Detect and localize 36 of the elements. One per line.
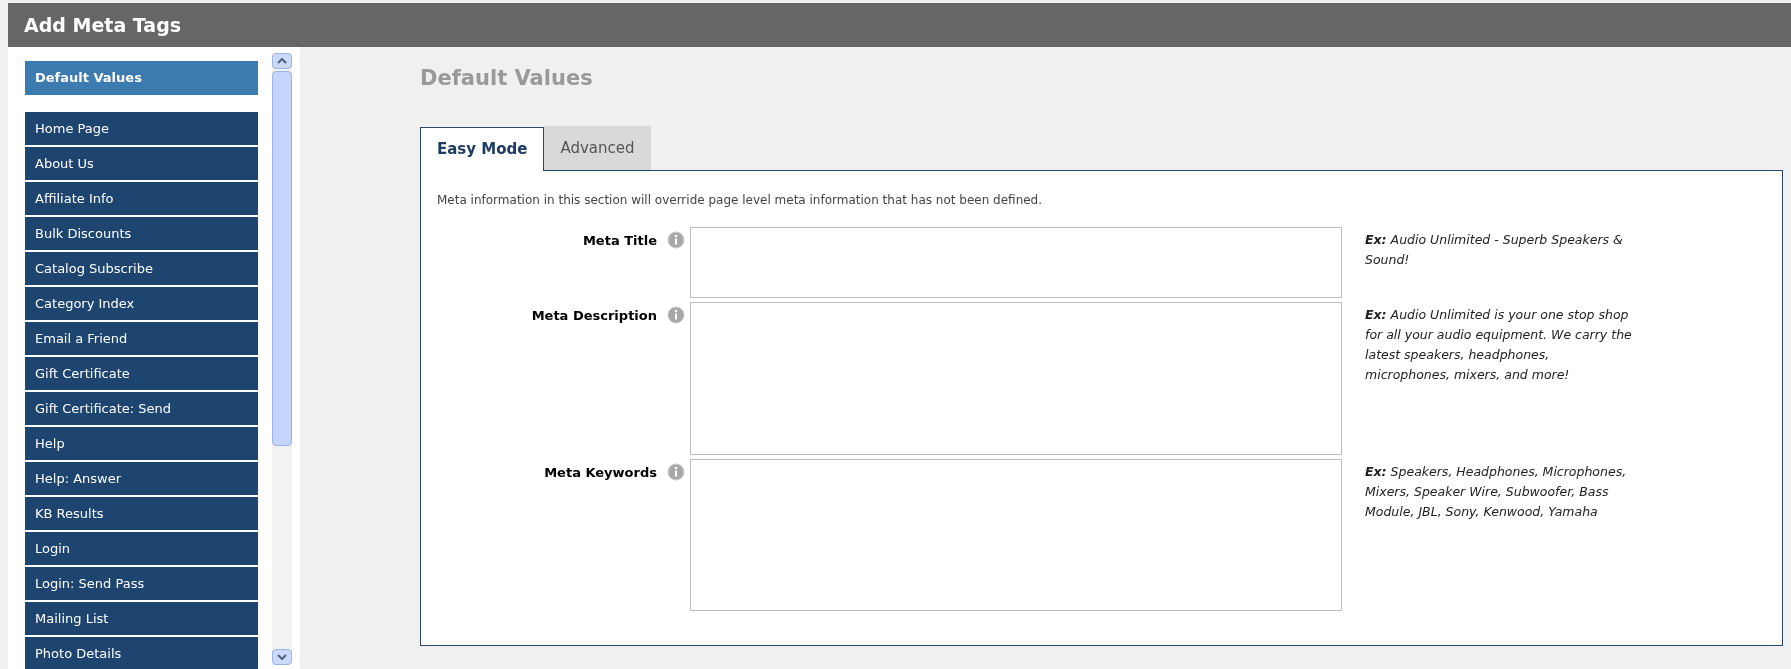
sidebar-item[interactable]: Help xyxy=(25,427,258,460)
sidebar-item[interactable]: Login xyxy=(25,532,258,565)
sidebar-item[interactable]: Bulk Discounts xyxy=(25,217,258,250)
tab[interactable]: Easy Mode xyxy=(420,127,545,171)
sidebar-item[interactable]: About Us xyxy=(25,147,258,180)
sidebar-item[interactable]: Mailing List xyxy=(25,602,258,635)
info-icon[interactable] xyxy=(667,463,685,481)
sidebar-item[interactable]: Affiliate Info xyxy=(25,182,258,215)
info-icon[interactable] xyxy=(667,231,685,249)
sidebar-item[interactable]: KB Results xyxy=(25,497,258,530)
example-text: Ex: Speakers, Headphones, Microphones, Mixers, Speaker Wire, Subwoofer, Bass Module, JBL, Sony, Kenwood, Yamaha xyxy=(1365,463,1628,521)
sidebar-item[interactable]: Category Index xyxy=(25,287,258,320)
sidebar-item[interactable]: Catalog Subscribe xyxy=(25,252,258,285)
sidebar-item[interactable]: Home Page xyxy=(25,112,258,145)
field-label: Meta Title xyxy=(582,232,657,250)
field-label: Meta Description xyxy=(531,307,657,325)
sidebar-item[interactable]: Login: Send Pass xyxy=(25,567,258,600)
text-area[interactable] xyxy=(690,227,1342,298)
sidebar-item[interactable]: Email a Friend xyxy=(25,322,258,355)
example-text: Ex: Audio Unlimited is your one stop shop for all your audio equipment. We carry the latest speakers, headphones, microphones, mixers, and more! xyxy=(1365,306,1633,384)
field-label: Meta Keywords xyxy=(544,464,657,482)
scrollbar[interactable] xyxy=(272,53,292,665)
tab[interactable]: Advanced xyxy=(544,126,651,170)
scroll-thumb[interactable] xyxy=(272,71,292,446)
page-heading: Default Values xyxy=(420,65,594,92)
sidebar-item[interactable]: Gift Certificate xyxy=(25,357,258,390)
scroll-up-icon[interactable] xyxy=(272,53,292,69)
window-title: Add Meta Tags xyxy=(8,3,1791,47)
sidebar-item[interactable]: Photo Details xyxy=(25,637,258,669)
scroll-down-icon[interactable] xyxy=(272,649,292,665)
description-text: Meta information in this section will override page level meta information that has not been defined. xyxy=(437,192,1044,209)
info-icon[interactable] xyxy=(667,306,685,324)
sidebar-item[interactable]: Help: Answer xyxy=(25,462,258,495)
sidebar-item[interactable]: Default Values xyxy=(25,61,258,95)
sidebar-item[interactable]: Gift Certificate: Send xyxy=(25,392,258,425)
example-text: Ex: Audio Unlimited - Superb Speakers & Sound! xyxy=(1365,231,1624,269)
